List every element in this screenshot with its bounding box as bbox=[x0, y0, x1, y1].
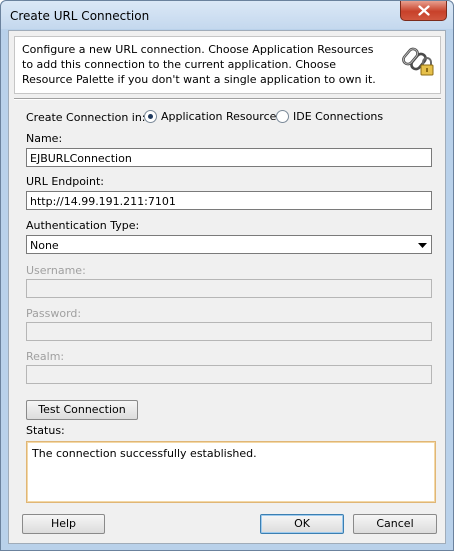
auth-type-value: None bbox=[30, 239, 59, 252]
close-icon bbox=[417, 5, 430, 16]
close-button[interactable] bbox=[400, 1, 447, 21]
radio-unselected-icon[interactable] bbox=[276, 110, 289, 123]
status-label: Status: bbox=[26, 424, 65, 437]
realm-label: Realm: bbox=[26, 350, 65, 363]
auth-type-dropdown[interactable]: None bbox=[26, 235, 432, 254]
password-label: Password: bbox=[26, 307, 82, 320]
radio-application-resources-label: Application Resources bbox=[161, 110, 283, 123]
radio-ide-connections[interactable]: IDE Connections bbox=[276, 110, 383, 123]
dialog-body: Configure a new URL connection. Choose A… bbox=[8, 30, 446, 544]
username-label: Username: bbox=[26, 264, 86, 277]
description-panel: Configure a new URL connection. Choose A… bbox=[14, 36, 441, 94]
dialog-window: Create URL Connection Configure a new UR… bbox=[0, 0, 454, 551]
auth-type-label: Authentication Type: bbox=[26, 219, 140, 232]
radio-application-resources[interactable]: Application Resources bbox=[144, 110, 282, 123]
password-input[interactable] bbox=[26, 322, 432, 341]
dropdown-arrow-icon[interactable] bbox=[418, 243, 427, 248]
test-connection-button[interactable]: Test Connection bbox=[26, 400, 138, 420]
realm-input[interactable] bbox=[26, 365, 432, 384]
radio-ide-connections-label: IDE Connections bbox=[293, 110, 384, 123]
cancel-button[interactable]: Cancel bbox=[353, 514, 437, 534]
url-endpoint-label: URL Endpoint: bbox=[26, 175, 104, 188]
window-title: Create URL Connection bbox=[10, 9, 150, 23]
username-input[interactable] bbox=[26, 279, 432, 298]
title-bar[interactable]: Create URL Connection bbox=[1, 1, 453, 29]
status-message: The connection successfully established. bbox=[32, 447, 257, 460]
name-label: Name: bbox=[26, 132, 63, 145]
help-button[interactable]: Help bbox=[22, 514, 105, 534]
create-in-label: Create Connection in: bbox=[26, 111, 146, 124]
chain-link-lock-icon bbox=[402, 47, 434, 76]
description-text: Configure a new URL connection. Choose A… bbox=[22, 43, 376, 86]
name-input[interactable]: EJBURLConnection bbox=[26, 148, 432, 167]
url-endpoint-input[interactable]: http://14.99.191.211:7101 bbox=[26, 191, 432, 210]
ok-button[interactable]: OK bbox=[260, 514, 344, 534]
radio-selected-icon[interactable] bbox=[144, 110, 157, 123]
separator bbox=[14, 98, 441, 100]
status-textarea[interactable]: The connection successfully established. bbox=[26, 441, 436, 503]
